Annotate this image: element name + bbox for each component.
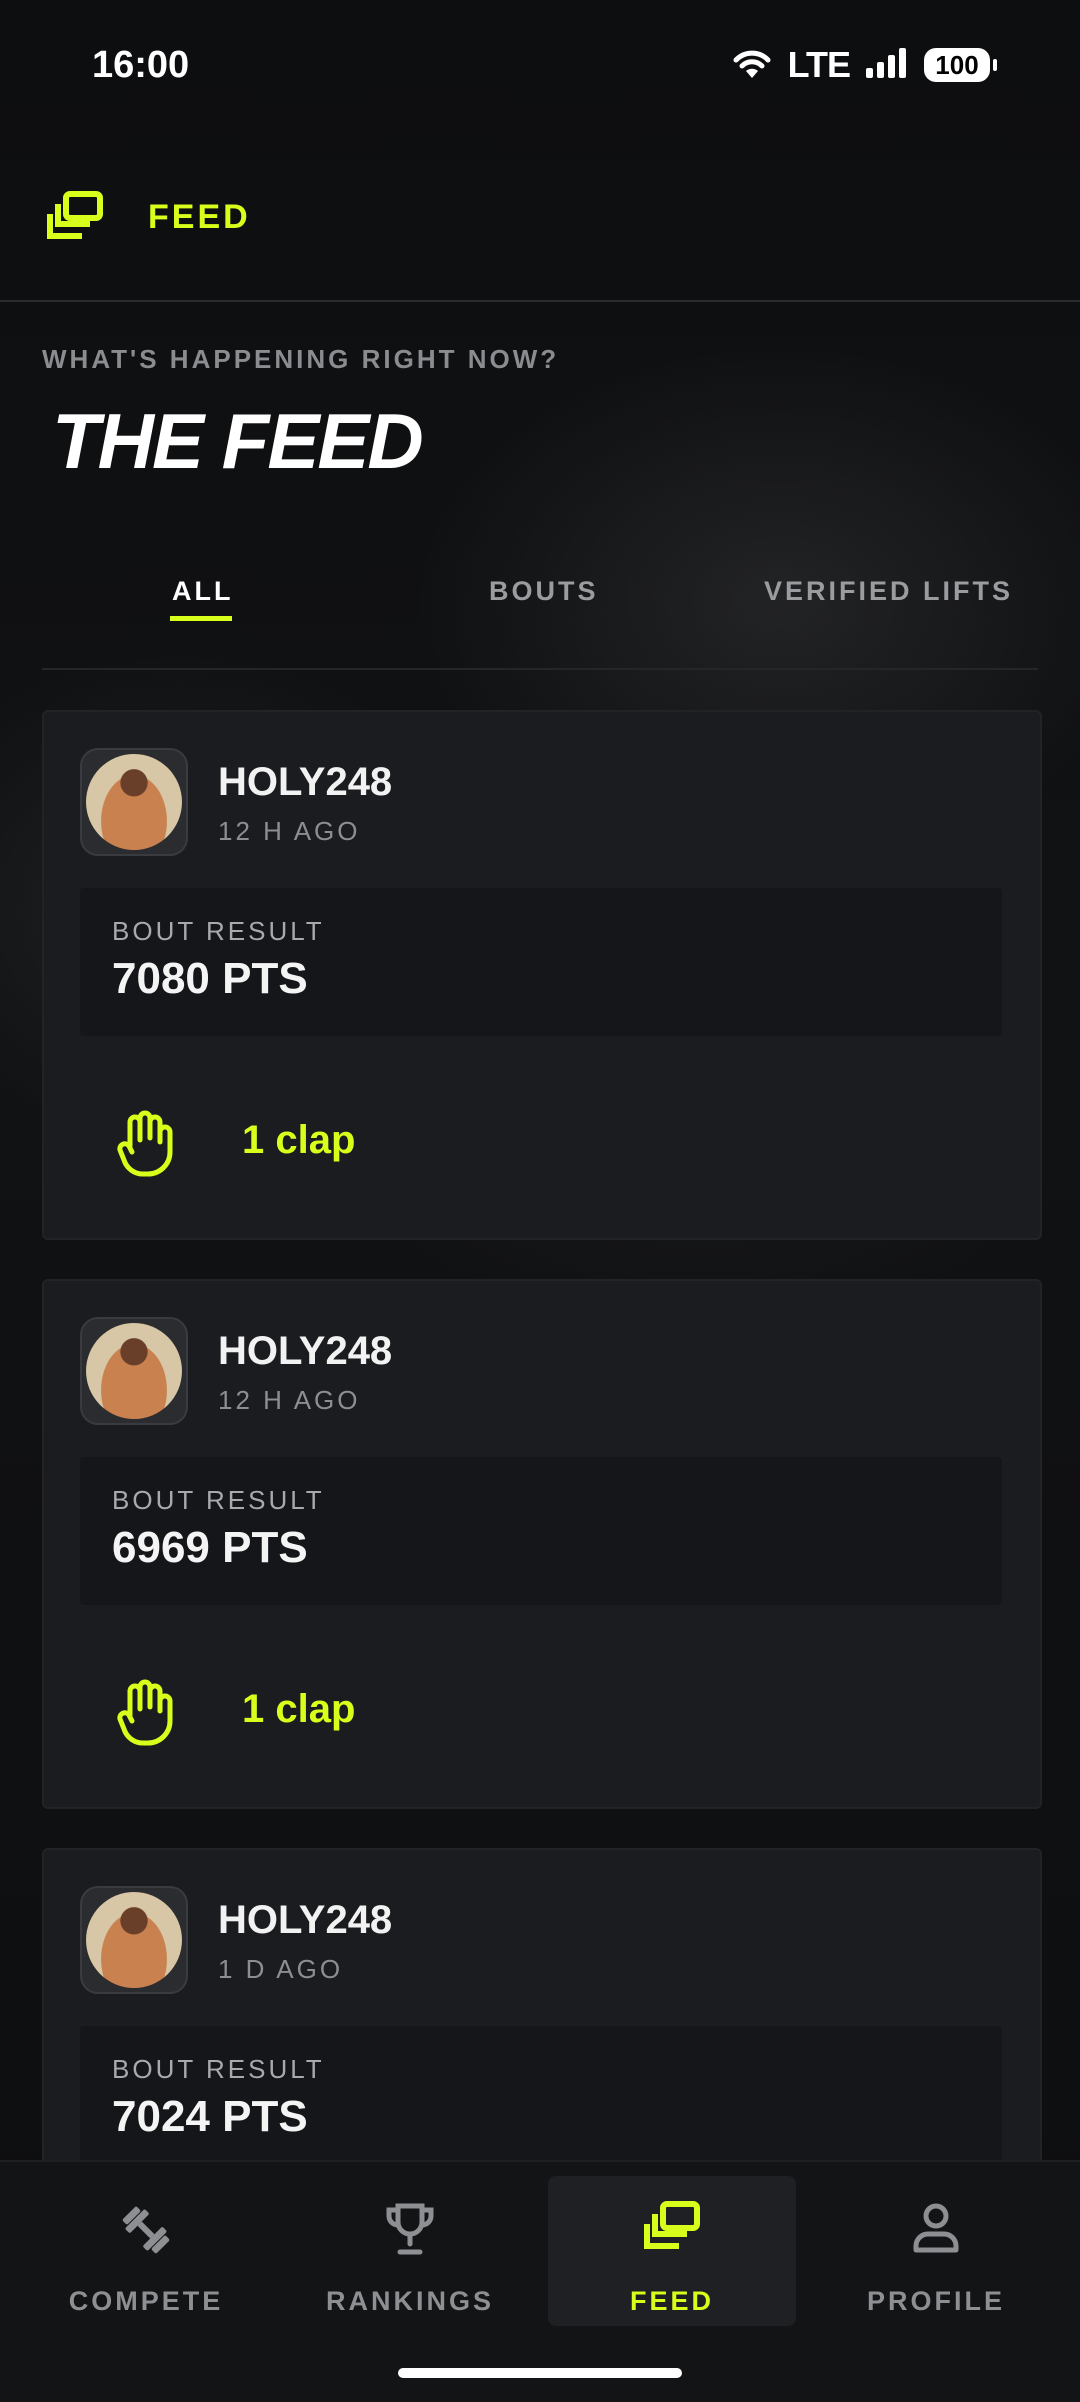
nav-compete[interactable]: COMPETE	[22, 2176, 270, 2326]
nav-profile[interactable]: PROFILE	[812, 2176, 1060, 2326]
feed-stack-icon	[548, 2200, 796, 2252]
clap-hand-icon[interactable]	[116, 1110, 174, 1183]
dumbbell-icon	[22, 2200, 270, 2260]
nav-label: PROFILE	[866, 2286, 1005, 2316]
result-label: BOUT RESULT	[112, 2054, 325, 2084]
tab-all[interactable]: ALL	[172, 576, 233, 607]
avatar[interactable]	[80, 1317, 188, 1425]
username[interactable]: HOLY248	[218, 760, 392, 805]
avatar[interactable]	[80, 748, 188, 856]
bout-result-box: BOUT RESULT 7024 PTS	[80, 2026, 1002, 2174]
time-ago: 12 H AGO	[218, 816, 361, 846]
nav-feed[interactable]: FEED	[548, 2176, 796, 2326]
person-icon	[812, 2200, 1060, 2256]
home-indicator[interactable]	[398, 2368, 682, 2378]
header-title: FEED	[148, 198, 251, 236]
username[interactable]: HOLY248	[218, 1898, 392, 1943]
active-tab-indicator	[170, 616, 232, 621]
bout-result-box: BOUT RESULT 6969 PTS	[80, 1457, 1002, 1605]
clap-hand-icon[interactable]	[116, 1679, 174, 1752]
result-value: 7080 PTS	[112, 954, 308, 1003]
feed-card[interactable]: HOLY248 12 H AGO BOUT RESULT 6969 PTS 1 …	[42, 1279, 1042, 1809]
tab-verified-lifts[interactable]: VERIFIED LIFTS	[764, 576, 1013, 607]
trophy-icon	[286, 2200, 534, 2258]
time-ago: 12 H AGO	[218, 1385, 361, 1415]
clap-count[interactable]: 1 clap	[242, 1118, 355, 1163]
feed-tabs: ALL BOUTS VERIFIED LIFTS	[42, 560, 1038, 670]
wifi-icon	[730, 46, 774, 85]
result-value: 6969 PTS	[112, 1523, 308, 1572]
status-bar: 16:00 LTE 100	[0, 0, 1080, 130]
bout-result-box: BOUT RESULT 7080 PTS	[80, 888, 1002, 1036]
result-label: BOUT RESULT	[112, 916, 325, 946]
avatar[interactable]	[80, 1886, 188, 1994]
nav-label: RANKINGS	[325, 2286, 494, 2316]
nav-label: FEED	[629, 2286, 714, 2316]
feed-card[interactable]: HOLY248 12 H AGO BOUT RESULT 7080 PTS 1 …	[42, 710, 1042, 1240]
result-label: BOUT RESULT	[112, 1485, 325, 1515]
battery-icon: 100	[924, 48, 997, 82]
app-header: FEED	[0, 130, 1080, 302]
clap-count[interactable]: 1 clap	[242, 1687, 355, 1732]
status-time: 16:00	[92, 44, 190, 86]
network-type: LTE	[787, 44, 851, 85]
status-icons: LTE 100	[730, 44, 997, 86]
nav-rankings[interactable]: RANKINGS	[286, 2176, 534, 2326]
signal-icon	[864, 46, 910, 85]
time-ago: 1 D AGO	[218, 1954, 344, 1984]
feed-stack-icon	[46, 190, 104, 245]
nav-label: COMPETE	[68, 2286, 224, 2316]
tab-bouts[interactable]: BOUTS	[489, 576, 599, 607]
page-title: THE FEED	[52, 397, 424, 485]
page-subtitle: WHAT'S HAPPENING RIGHT NOW?	[42, 344, 560, 374]
result-value: 7024 PTS	[112, 2092, 308, 2141]
username[interactable]: HOLY248	[218, 1329, 392, 1374]
bottom-nav: COMPETE RANKINGS FEED PROFILE	[0, 2160, 1080, 2402]
